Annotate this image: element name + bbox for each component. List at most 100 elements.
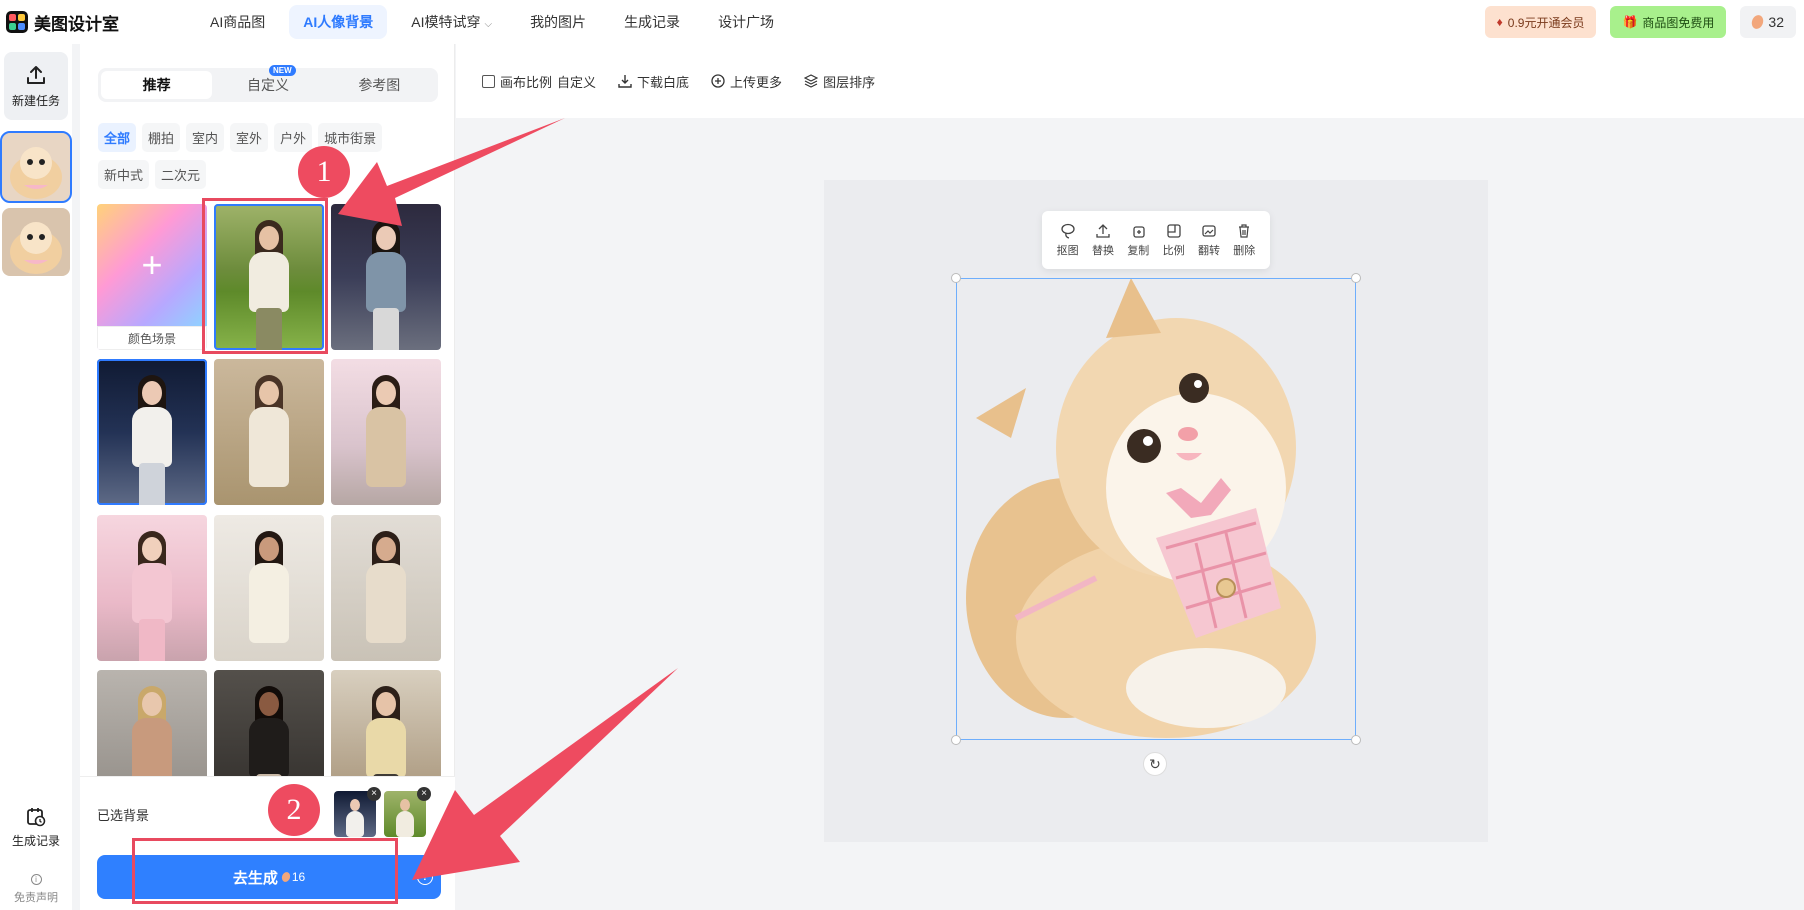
- free-label: 商品图免费用: [1642, 15, 1715, 30]
- nav-my-images[interactable]: 我的图片: [516, 5, 600, 39]
- ratio-icon: [482, 74, 495, 88]
- remove-icon[interactable]: ×: [367, 787, 381, 801]
- canvas-toolbar: 画布比例 自定义 下载白底 上传更多 图层排序: [456, 44, 1804, 118]
- calendar-clock-icon: [27, 808, 46, 827]
- model-face: [259, 691, 279, 716]
- bean-icon: [1750, 13, 1766, 31]
- app-logo[interactable]: 美图设计室: [6, 10, 196, 35]
- upload-more-button[interactable]: 上传更多: [711, 72, 782, 91]
- step-number: 2: [286, 793, 302, 826]
- model-blazer: [366, 717, 406, 778]
- ratio-button[interactable]: 比例: [1163, 223, 1185, 258]
- nav-ai-portrait-bg[interactable]: AI人像背景: [289, 5, 388, 39]
- nav-ai-model-tryon[interactable]: AI模特试穿 ⌵: [397, 5, 506, 39]
- background-card-building[interactable]: [214, 359, 324, 506]
- filter-chip-all[interactable]: 全部: [98, 123, 137, 152]
- background-panel: 推荐 自定义 NEW 参考图 全部 棚拍 室内 室外 户外 城市街景 新中式 二…: [80, 44, 455, 910]
- remove-icon[interactable]: ×: [417, 787, 431, 801]
- beans-balance[interactable]: 32: [1740, 6, 1796, 38]
- model-dress: [249, 407, 289, 488]
- cutout-button[interactable]: 抠图: [1057, 223, 1079, 258]
- background-card-pink-blossom[interactable]: [97, 514, 207, 661]
- annotation-step-1: 1: [298, 146, 350, 198]
- filter-chip-new-chinese[interactable]: 新中式: [98, 160, 150, 189]
- resize-handle-top-right[interactable]: [1351, 273, 1361, 283]
- background-card-studio-light[interactable]: [214, 514, 324, 661]
- free-product-button[interactable]: 🎁 商品图免费用: [1610, 6, 1727, 38]
- kitten-thumbnail-image: [2, 133, 70, 201]
- selected-bg-thumbnail[interactable]: ×: [384, 787, 431, 837]
- model-face: [376, 226, 396, 250]
- nav-history[interactable]: 生成记录: [610, 5, 694, 39]
- resize-handle-top-left[interactable]: [951, 273, 961, 283]
- trash-icon: [1239, 223, 1250, 238]
- history-label: 生成记录: [11, 834, 60, 848]
- nav-label: 设计广场: [718, 14, 775, 30]
- model-jacket: [249, 717, 289, 778]
- download-white-bg-button[interactable]: 下载白底: [618, 72, 689, 91]
- filter-chip-anime[interactable]: 二次元: [155, 160, 207, 189]
- upload-icon: [1096, 223, 1110, 238]
- nav-design-plaza[interactable]: 设计广场: [704, 5, 788, 39]
- vip-label: 0.9元开通会员: [1507, 15, 1585, 30]
- filter-chip-indoor[interactable]: 室内: [186, 123, 225, 152]
- chevron-down-icon: ⌵: [484, 19, 493, 30]
- nav-label: 我的图片: [530, 14, 587, 30]
- background-card-blossom[interactable]: [331, 359, 441, 506]
- tab-label: 自定义: [246, 77, 289, 93]
- selected-bg-thumbnail[interactable]: ×: [334, 787, 381, 837]
- canvas-ratio-control[interactable]: 画布比例 自定义: [482, 72, 596, 91]
- tab-recommended[interactable]: 推荐: [101, 71, 213, 99]
- color-scene-card[interactable]: + 颜色场景: [97, 204, 207, 350]
- vip-button[interactable]: ♦ 0.9元开通会员: [1484, 6, 1597, 38]
- flip-button[interactable]: 翻转: [1198, 223, 1220, 258]
- model-face: [350, 799, 360, 811]
- copy-button[interactable]: 复制: [1127, 223, 1149, 258]
- nav-ai-product[interactable]: AI商品图: [196, 5, 279, 39]
- history-rail-button[interactable]: 生成记录: [0, 806, 72, 849]
- model-face: [142, 381, 162, 406]
- task-thumbnail[interactable]: [0, 131, 72, 203]
- model-face: [376, 536, 396, 561]
- selection-box: [956, 278, 1356, 740]
- model-shirt: [366, 252, 406, 312]
- model-pants: [373, 308, 399, 350]
- layer-order-button[interactable]: 图层排序: [804, 72, 875, 91]
- replace-button[interactable]: 替换: [1092, 223, 1114, 258]
- image-floating-toolbar: 抠图 替换 复制 比例 翻转 删除: [1042, 211, 1270, 269]
- background-card-night-city[interactable]: [97, 359, 207, 506]
- background-card-street-night[interactable]: [331, 204, 441, 350]
- disclaimer-link[interactable]: i 免责声明: [0, 874, 72, 905]
- filter-chip-outdoor[interactable]: 户外: [274, 123, 313, 152]
- model-face: [142, 691, 162, 716]
- tab-custom[interactable]: 自定义 NEW: [212, 65, 323, 99]
- background-card-studio-plant[interactable]: [331, 514, 441, 661]
- flip-icon: [1202, 224, 1216, 237]
- rotate-icon: ↻: [1149, 755, 1161, 772]
- new-badge: NEW: [268, 65, 296, 76]
- download-icon: [618, 75, 632, 88]
- model-face: [376, 691, 396, 716]
- filter-chip-studio[interactable]: 棚拍: [142, 123, 181, 152]
- plus-circle-icon: [711, 74, 725, 88]
- nav-label: AI模特试穿: [411, 14, 481, 30]
- color-scene-label: 颜色场景: [97, 326, 207, 350]
- resize-handle-bottom-right[interactable]: [1351, 735, 1361, 745]
- rotate-handle[interactable]: ↻: [1143, 752, 1167, 776]
- plus-icon: +: [141, 244, 163, 285]
- delete-button[interactable]: 删除: [1233, 223, 1255, 258]
- lasso-icon: [1061, 223, 1075, 239]
- copy-icon: [1133, 225, 1145, 238]
- filter-chip-outside[interactable]: 室外: [230, 123, 269, 152]
- replace-label: 替换: [1091, 244, 1114, 257]
- tab-reference[interactable]: 参考图: [324, 71, 435, 99]
- ratio-label: 画布比例: [500, 74, 553, 90]
- task-thumbnail[interactable]: [2, 208, 70, 276]
- model-shirt: [132, 562, 172, 623]
- cutout-label: 抠图: [1056, 244, 1079, 257]
- kitten-thumbnail-image: [2, 208, 70, 276]
- new-task-button[interactable]: 新建任务: [4, 52, 68, 120]
- resize-handle-bottom-left[interactable]: [951, 735, 961, 745]
- help-icon[interactable]: ?: [417, 869, 433, 885]
- model-face: [400, 799, 410, 811]
